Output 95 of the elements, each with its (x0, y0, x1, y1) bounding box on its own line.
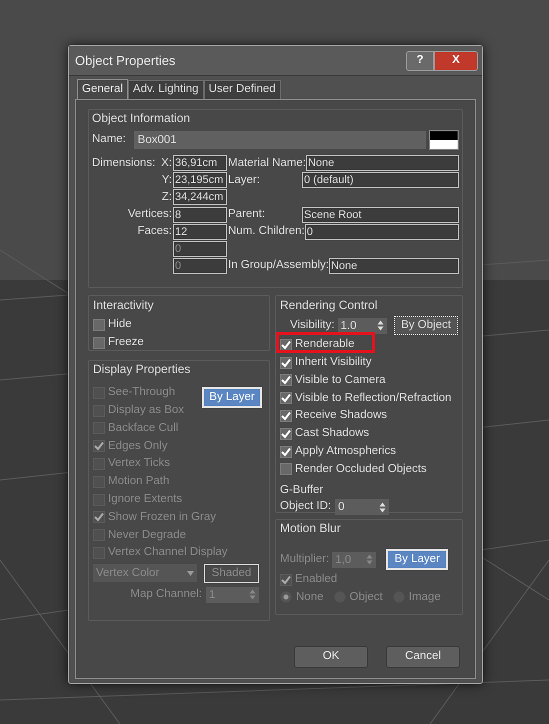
group-title: Display Properties (93, 362, 192, 376)
checkbox[interactable] (280, 356, 292, 369)
by-layer-button[interactable]: By Layer (202, 387, 262, 408)
checkbox-label: Show Frozen in Gray (108, 510, 216, 525)
checkbox-label: Vertex Ticks (108, 456, 170, 472)
checkbox-label: Render Occluded Objects (295, 462, 427, 477)
group-title: Rendering Control (280, 298, 378, 312)
field-label: X: (161, 156, 172, 171)
text-field[interactable]: Scene Root (302, 206, 459, 223)
radio-label: None (296, 590, 324, 605)
tab[interactable]: Adv. Lighting (128, 80, 204, 99)
checkbox-label: Visible to Camera (295, 372, 386, 388)
field-label: Dimensions: (92, 156, 156, 171)
checkbox[interactable] (280, 374, 292, 386)
name-field[interactable]: Box001 (134, 131, 426, 149)
help-button[interactable]: ? (406, 50, 434, 70)
checkmark-icon (281, 446, 291, 457)
checkbox-label: Visible to Reflection/Refraction (295, 390, 452, 406)
field-label: Material Name: (227, 156, 306, 171)
radio-label: Image (408, 590, 441, 605)
checkbox[interactable] (280, 338, 292, 351)
checkbox-label: Apply Atmospherics (295, 444, 396, 460)
text-field[interactable]: 34,244cm (173, 189, 227, 206)
checkmark-icon (281, 411, 291, 422)
checkbox-label: See-Through (108, 385, 176, 400)
checkbox-label: Enabled (295, 572, 338, 588)
checkbox[interactable] (280, 392, 292, 404)
checkbox-label: Edges Only (108, 438, 168, 454)
text-field[interactable]: 0 (304, 224, 459, 240)
caret-icon (187, 570, 194, 576)
checkbox-label: Cast Shadows (295, 426, 370, 442)
checkmark-icon (94, 441, 104, 452)
checkbox-label: Renderable (295, 337, 354, 352)
text-field[interactable]: 8 (173, 206, 227, 223)
group-title: Object Information (92, 111, 192, 125)
field-label: Z: (162, 190, 172, 205)
checkbox-label: Freeze (108, 335, 144, 350)
spinner-arrows-icon (366, 554, 374, 565)
tab[interactable]: General (77, 79, 128, 99)
checkmark-icon (281, 574, 291, 585)
checkbox-label: Vertex Channel Display (108, 545, 228, 560)
spinner-arrows-icon (379, 502, 386, 512)
spinner-arrows-icon (249, 589, 256, 600)
checkmark-icon (94, 512, 104, 522)
checkbox[interactable] (280, 428, 292, 440)
text-field[interactable]: 23,195cm (173, 172, 227, 188)
field-label: Visibility: (290, 318, 335, 333)
window-title: Object Properties (75, 52, 176, 70)
spinner-field[interactable]: 0 (335, 499, 390, 515)
field-label: Multiplier: (280, 552, 330, 567)
checkbox-label: Inherit Visibility (295, 355, 372, 370)
text-field[interactable]: 12 (173, 224, 227, 240)
text-field[interactable]: None (306, 155, 459, 172)
checkbox-label: Motion Path (108, 474, 170, 490)
group-title: Interactivity (93, 298, 155, 312)
field-label: Num. Children: (227, 224, 305, 240)
checkbox-label: Ignore Extents (108, 492, 182, 508)
checkbox-label: Hide (108, 317, 132, 332)
checkbox[interactable] (280, 446, 292, 458)
checkbox-label: Backface Cull (108, 420, 178, 436)
checkbox[interactable] (280, 463, 292, 476)
field-label: Vertices: (128, 206, 172, 222)
radio-label: Object (350, 590, 383, 605)
field-label: Layer: (227, 172, 261, 188)
checkbox-label: Receive Shadows (295, 408, 388, 424)
checkmark-icon (281, 358, 291, 368)
checkbox-label: Never Degrade (108, 528, 186, 543)
color-swatch-icon (429, 130, 460, 150)
field-label: Name: (92, 132, 127, 148)
field-label: In Group/Assembly: (227, 258, 329, 274)
group-title: Motion Blur (280, 521, 342, 535)
text-field[interactable]: 36,91cm (173, 155, 227, 172)
checkmark-icon (281, 428, 291, 439)
field-label: Map Channel: (130, 586, 202, 602)
checkmark-icon (281, 340, 291, 350)
text-field[interactable]: 0 (default) (302, 172, 459, 188)
field-label: Faces: (137, 224, 172, 240)
tab[interactable]: User Defined (204, 80, 281, 99)
checkmark-icon (281, 393, 291, 404)
by-layer-button[interactable]: By Layer (386, 549, 448, 570)
ok-button[interactable]: OK (294, 646, 368, 668)
field-label: Y: (162, 172, 172, 188)
checkmark-icon (281, 375, 291, 386)
checkbox-label: Display as Box (108, 403, 184, 418)
spinner-field[interactable]: 1.0 (338, 318, 387, 334)
spinner-arrows-icon (377, 320, 384, 331)
field-label: Parent: (227, 206, 266, 222)
cancel-button[interactable]: Cancel (386, 646, 460, 668)
by-object-button[interactable]: By Object (394, 316, 458, 335)
field-label: Object ID: (280, 499, 332, 514)
checkbox[interactable] (93, 318, 105, 331)
group-title: G-Buffer (280, 483, 324, 498)
close-button[interactable]: X (434, 50, 478, 70)
checkbox[interactable] (93, 336, 105, 349)
checkbox[interactable] (280, 410, 292, 422)
